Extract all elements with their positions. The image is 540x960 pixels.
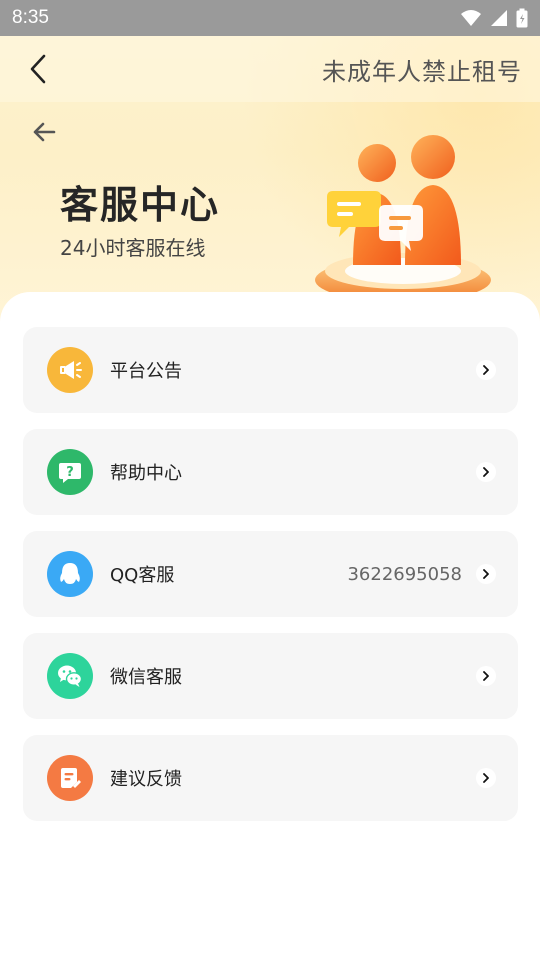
feedback-note-icon [47,755,93,801]
battery-icon [516,8,528,28]
menu-item-qq-support[interactable]: QQ客服 3622695058 [23,531,518,617]
menu-label: 建议反馈 [110,769,182,790]
signal-icon [491,10,507,26]
help-chat-icon: ? [47,449,93,495]
chevron-right-icon [476,360,496,380]
qq-penguin-icon [47,551,93,597]
status-bar: 8:35 [0,0,540,36]
chevron-right-icon [476,564,496,584]
menu-item-wechat-support[interactable]: 微信客服 [23,633,518,719]
menu-item-feedback[interactable]: 建议反馈 [23,735,518,821]
minor-restriction-link[interactable]: 未成年人禁止租号 [322,52,522,87]
svg-text:?: ? [66,465,74,480]
customer-service-illustration-icon [315,135,491,300]
chevron-right-icon [476,666,496,686]
page-title: 客服中心 [60,183,221,227]
page-subtitle: 24小时客服在线 [60,236,206,260]
nav-bar: 未成年人禁止租号 [0,36,540,102]
wechat-icon [47,653,93,699]
menu-label: 帮助中心 [110,463,182,484]
menu-label: 微信客服 [110,667,182,688]
wifi-icon [461,10,481,26]
chevron-right-icon [476,462,496,482]
qq-number: 3622695058 [347,563,462,585]
arrow-left-icon [33,122,56,142]
menu-label: 平台公告 [110,361,182,382]
hero-back-arrow[interactable] [28,116,60,148]
chevron-left-icon [30,54,46,84]
back-button[interactable] [18,49,58,89]
chevron-right-icon [476,768,496,788]
status-time: 8:35 [12,7,49,28]
menu-item-announcements[interactable]: 平台公告 [23,327,518,413]
megaphone-icon [47,347,93,393]
status-icons [460,8,528,28]
menu-label: QQ客服 [110,565,175,586]
menu-item-help-center[interactable]: ? 帮助中心 [23,429,518,515]
